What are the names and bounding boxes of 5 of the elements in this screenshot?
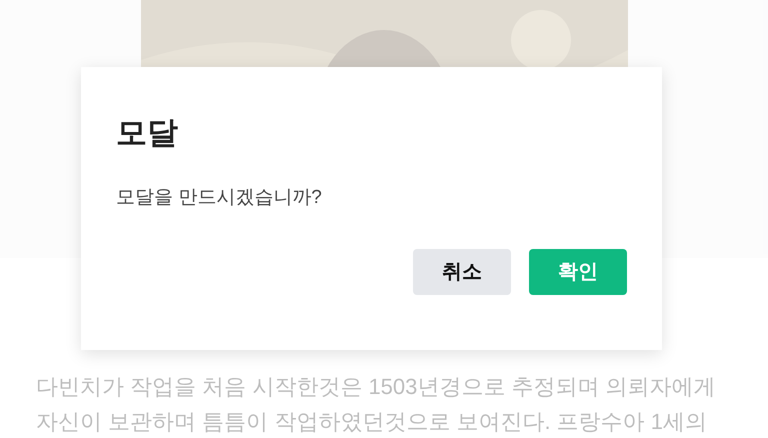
modal-message: 모달을 만드시겠습니까?: [116, 186, 322, 210]
cancel-button[interactable]: 취소: [413, 249, 511, 295]
article-text: 자신이 보관하며 틈틈이 작업하였던것으로 보여진다. 프랑수아 1세의: [36, 408, 708, 435]
modal-title: 모달: [116, 114, 178, 152]
article-text: 다빈치가 작업을 처음 시작한것은 1503년경으로 추정되며 의뢰자에게: [36, 373, 716, 400]
